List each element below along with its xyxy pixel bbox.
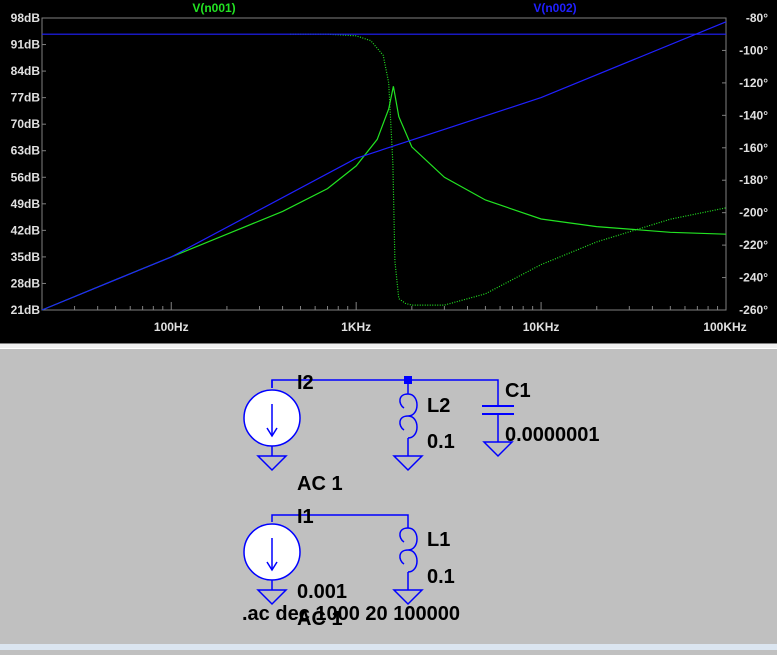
right-axis-tick-label: -180°	[739, 173, 768, 187]
legend-trace-v-n001[interactable]: V(n001)	[192, 1, 235, 15]
i1-name-label[interactable]: I1	[297, 506, 314, 528]
left-axis-tick-label: 63dB	[11, 144, 41, 158]
right-axis-tick-label: -80°	[746, 11, 768, 25]
waveform-plot-pane[interactable]: V(n001) V(n002) 98dB 91dB 84dB 77dB 70dB 63dB…	[0, 0, 777, 343]
left-axis-tick-label: 28dB	[11, 276, 41, 290]
ground-icon	[256, 455, 288, 472]
schematic-pane[interactable]: I2 AC 1 L2 0.1 C1 0.0000001 I1 0.001 AC …	[0, 349, 777, 650]
c1-value-label[interactable]: 0.0000001	[505, 424, 600, 446]
ground-icon	[392, 589, 424, 606]
trace-v-n002	[41, 21, 727, 311]
inductor-coil-icon	[399, 393, 418, 439]
current-source-i1[interactable]	[243, 523, 301, 606]
window-bottom-edge	[0, 644, 777, 650]
schematic-canvas[interactable]: I2 AC 1 L2 0.1 C1 0.0000001 I1 0.001 AC …	[0, 349, 777, 650]
left-axis-ticks: 98dB 91dB 84dB 77dB 70dB 63dB 56dB 49dB 42dB 35dB…	[11, 11, 46, 317]
x-axis-tick-label: 1KHz	[341, 320, 371, 334]
x-axis-tick-label: 10KHz	[523, 320, 560, 334]
left-axis-tick-label: 84dB	[11, 64, 41, 78]
junction-dot	[404, 376, 412, 384]
inductor-l1[interactable]	[392, 527, 424, 606]
inductor-coil-icon	[399, 527, 418, 573]
left-axis-tick-label: 98dB	[11, 11, 41, 25]
right-axis-tick-label: -260°	[739, 303, 768, 317]
left-axis-tick-label: 49dB	[11, 197, 41, 211]
left-axis-tick-label: 21dB	[11, 303, 41, 317]
i2-value-label[interactable]: AC 1	[297, 473, 343, 495]
right-axis-tick-label: -100°	[739, 43, 768, 57]
left-axis-tick-label: 42dB	[11, 223, 41, 237]
l1-name-label[interactable]: L1	[427, 529, 450, 551]
right-axis-tick-label: -140°	[739, 108, 768, 122]
right-axis-tick-label: -200°	[739, 206, 768, 220]
ground-icon	[256, 589, 288, 606]
right-axis-ticks: -80° -100° -120° -140° -160° -180° -200° -220° -…	[722, 11, 768, 317]
plot-frame	[41, 17, 727, 311]
x-axis-ticks: 100Hz 1KHz 10KHz 100KHz	[41, 302, 747, 334]
left-axis-tick-label: 91dB	[11, 38, 41, 52]
x-axis-tick-label: 100Hz	[154, 320, 189, 334]
right-axis-tick-label: -240°	[739, 271, 768, 285]
x-axis-tick-label: 100KHz	[703, 320, 746, 334]
waveform-plot[interactable]: V(n001) V(n002) 98dB 91dB 84dB 77dB 70dB 63dB…	[0, 0, 777, 343]
l2-value-label[interactable]: 0.1	[427, 431, 455, 453]
l2-name-label[interactable]: L2	[427, 395, 450, 417]
trace-v-n001-phase	[290, 33, 727, 306]
inductor-l2[interactable]	[392, 393, 424, 472]
i2-name-label[interactable]: I2	[297, 372, 314, 394]
left-axis-tick-label: 70dB	[11, 117, 41, 131]
c1-name-label[interactable]: C1	[505, 380, 531, 402]
wire-bottom-net[interactable]	[271, 514, 409, 528]
spice-directive[interactable]: .ac dec 1000 20 100000	[242, 603, 460, 625]
ground-icon	[392, 455, 424, 472]
left-axis-tick-label: 77dB	[11, 91, 41, 105]
l1-value-label[interactable]: 0.1	[427, 566, 455, 588]
trace-v-n001	[41, 86, 727, 311]
current-source-i2[interactable]	[243, 380, 301, 472]
right-axis-tick-label: -160°	[739, 141, 768, 155]
legend-trace-v-n002[interactable]: V(n002)	[533, 1, 576, 15]
i1-value-label[interactable]: 0.001	[297, 581, 347, 603]
right-axis-tick-label: -120°	[739, 76, 768, 90]
left-axis-tick-label: 35dB	[11, 250, 41, 264]
plot-traces	[41, 21, 727, 311]
left-axis-tick-label: 56dB	[11, 170, 41, 184]
right-axis-tick-label: -220°	[739, 238, 768, 252]
